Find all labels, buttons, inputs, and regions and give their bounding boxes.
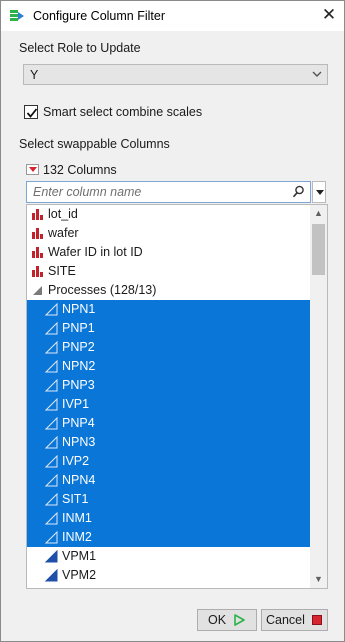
chevron-down-icon xyxy=(312,67,322,84)
column-list-item-label: NPN3 xyxy=(62,435,96,449)
column-list-item[interactable]: IVP1 xyxy=(27,395,311,414)
column-list-item[interactable]: PNP2 xyxy=(27,338,311,357)
continuous-icon xyxy=(44,473,58,487)
column-listbox[interactable]: lot_idwafer Wafer ID in lot ID SITE Process… xyxy=(26,204,328,589)
group-triangle-icon xyxy=(31,284,44,297)
list-scrollbar[interactable]: ▲ ▼ xyxy=(310,205,327,588)
continuous-icon xyxy=(44,454,58,468)
ok-button[interactable]: OK xyxy=(197,609,257,631)
column-list-item-label: Processes (128/13) xyxy=(48,283,157,297)
column-list-item-label: SITE xyxy=(48,264,76,278)
ok-button-label: OK xyxy=(208,613,227,627)
column-list-item-label: NPN2 xyxy=(62,359,96,373)
continuous-icon xyxy=(44,568,58,582)
continuous-icon xyxy=(44,378,58,392)
scroll-thumb[interactable] xyxy=(312,224,325,275)
scroll-down-icon[interactable]: ▼ xyxy=(310,571,327,588)
close-icon: ✕ xyxy=(321,5,337,24)
play-icon xyxy=(234,614,245,626)
column-list-item[interactable]: INM1 xyxy=(27,509,311,528)
columns-section-label: Select swappable Columns xyxy=(19,137,170,151)
title-bar: Configure Column Filter ✕ xyxy=(1,1,344,31)
column-list-item[interactable]: VPM1 xyxy=(27,547,311,566)
column-list-item[interactable]: NPN4 xyxy=(27,471,311,490)
search-icon[interactable] xyxy=(292,185,305,202)
continuous-icon xyxy=(44,435,58,449)
continuous-icon xyxy=(44,397,58,411)
column-list-item-label: NPN4 xyxy=(62,473,96,487)
column-list-item[interactable]: SIT1 xyxy=(27,490,311,509)
column-list-item-label: SIT1 xyxy=(62,492,89,506)
continuous-icon xyxy=(44,492,58,506)
column-list-item-label: PNP1 xyxy=(62,321,95,335)
scroll-up-icon[interactable]: ▲ xyxy=(310,205,327,222)
stop-icon xyxy=(312,615,322,625)
continuous-icon xyxy=(44,359,58,373)
continuous-icon xyxy=(44,302,58,316)
continuous-icon xyxy=(44,321,58,335)
column-list-item-label: Wafer ID in lot ID xyxy=(48,245,143,259)
continuous-icon xyxy=(44,511,58,525)
column-list-item-label: IVP2 xyxy=(62,454,90,468)
column-list-item-label: PNP4 xyxy=(62,416,95,430)
column-list-item[interactable]: lot_id xyxy=(27,205,311,224)
column-list-item[interactable]: wafer xyxy=(27,224,311,243)
app-icon xyxy=(9,9,25,23)
columns-count-label: 132 Columns xyxy=(43,163,117,177)
column-list: lot_idwafer Wafer ID in lot ID SITE Process… xyxy=(27,205,311,585)
cancel-button-label: Cancel xyxy=(266,613,305,627)
nominal-bar-icon xyxy=(31,246,44,259)
column-list-item[interactable]: SITE xyxy=(27,262,311,281)
column-search-box xyxy=(26,181,311,203)
column-list-item-label: PNP3 xyxy=(62,378,95,392)
column-list-item-label: NPN1 xyxy=(62,302,96,316)
column-list-item[interactable]: PNP3 xyxy=(27,376,311,395)
window-title: Configure Column Filter xyxy=(33,9,165,23)
column-list-item-label: INM1 xyxy=(62,511,92,525)
column-list-item-label: PNP2 xyxy=(62,340,95,354)
nominal-bar-icon xyxy=(31,265,44,278)
column-list-item[interactable]: NPN1 xyxy=(27,300,311,319)
role-select[interactable]: Y xyxy=(23,64,328,85)
configure-column-filter-dialog: Configure Column Filter ✕ Select Role to… xyxy=(0,0,345,642)
column-search-input[interactable] xyxy=(31,184,286,200)
role-select-value: Y xyxy=(30,68,39,82)
role-label: Select Role to Update xyxy=(19,41,141,55)
continuous-icon xyxy=(44,549,58,563)
column-list-item[interactable]: Processes (128/13) xyxy=(27,281,311,300)
smart-select-label: Smart select combine scales xyxy=(43,105,203,119)
red-triangle-menu-icon[interactable] xyxy=(26,164,39,175)
continuous-icon xyxy=(44,416,58,430)
close-button[interactable]: ✕ xyxy=(314,1,344,31)
column-list-item[interactable]: IVP2 xyxy=(27,452,311,471)
search-options-dropdown[interactable] xyxy=(312,181,326,203)
column-list-item[interactable]: PNP4 xyxy=(27,414,311,433)
column-list-item[interactable]: PNP1 xyxy=(27,319,311,338)
checkmark-icon xyxy=(26,108,38,118)
column-list-item-label: wafer xyxy=(48,226,79,240)
cancel-button[interactable]: Cancel xyxy=(261,609,328,631)
column-list-item[interactable]: INM2 xyxy=(27,528,311,547)
column-list-item-label: VPM2 xyxy=(62,568,97,582)
continuous-icon xyxy=(44,340,58,354)
column-list-item-label: INM2 xyxy=(62,530,92,544)
continuous-icon xyxy=(44,530,58,544)
column-list-item[interactable]: Wafer ID in lot ID xyxy=(27,243,311,262)
nominal-bar-icon xyxy=(31,208,44,221)
smart-select-checkbox[interactable] xyxy=(24,105,38,119)
column-list-item[interactable]: VPM2 xyxy=(27,566,311,585)
column-list-item-label: lot_id xyxy=(48,207,78,221)
column-list-item-label: IVP1 xyxy=(62,397,90,411)
nominal-bar-icon xyxy=(31,227,44,240)
column-list-item-label: VPM1 xyxy=(62,549,97,563)
column-list-item[interactable]: NPN3 xyxy=(27,433,311,452)
column-list-item[interactable]: NPN2 xyxy=(27,357,311,376)
